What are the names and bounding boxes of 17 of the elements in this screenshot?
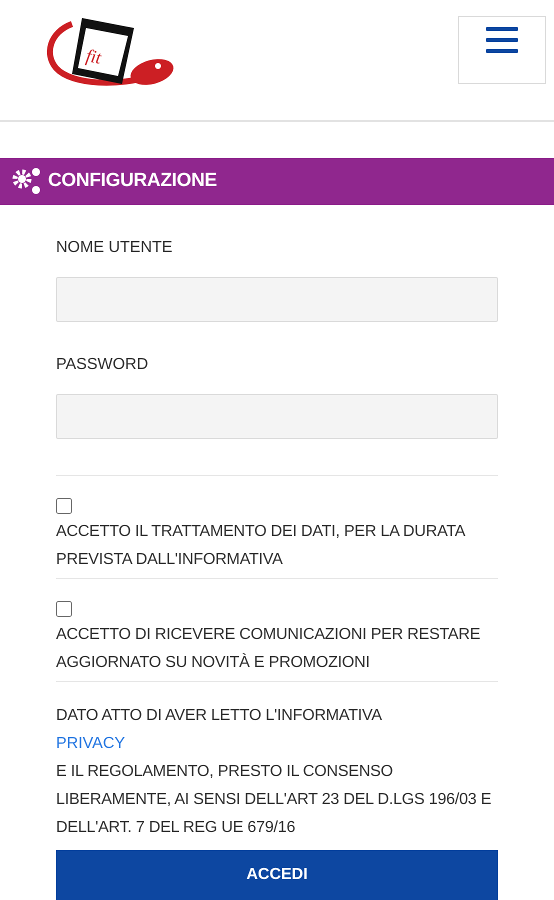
menu-button[interactable]	[458, 16, 546, 84]
notice-text: DATO ATTO DI AVER LETTO L'INFORMATIVA	[56, 706, 383, 726]
logo: fit	[42, 14, 182, 90]
menu-icon	[486, 27, 518, 53]
section-title: CONFIGURAZIONE	[48, 170, 217, 192]
notice-text: E IL REGOLAMENTO, PRESTO IL CONSENSO LIBERAMENTE, AI SENSI DELL'ART 23 DEL D.LGS 196/03 E DELL'ART. 7 DEL REG UE 679/16	[56, 762, 492, 838]
field-label: NOME UTENTE	[56, 239, 174, 257]
field-label: PASSWORD	[56, 356, 150, 374]
login-button[interactable]: ACCEDI	[56, 850, 498, 900]
gears-icon	[11, 166, 43, 196]
privacy-link[interactable]: PRIVACY	[56, 730, 126, 758]
input-field[interactable]	[56, 394, 498, 439]
checkbox[interactable]	[56, 601, 72, 617]
consent-text: ACCETTO IL TRATTAMENTO DEI DATI, PER LA DURATA PREVISTA DALL'INFORMATIVA	[56, 522, 466, 570]
input-field[interactable]	[56, 277, 498, 322]
checkbox[interactable]	[56, 498, 72, 514]
consent-text: ACCETTO DI RICEVERE COMUNICAZIONI PER RESTARE AGGIORNATO SU NOVITÀ E PROMOZIONI	[56, 625, 482, 673]
